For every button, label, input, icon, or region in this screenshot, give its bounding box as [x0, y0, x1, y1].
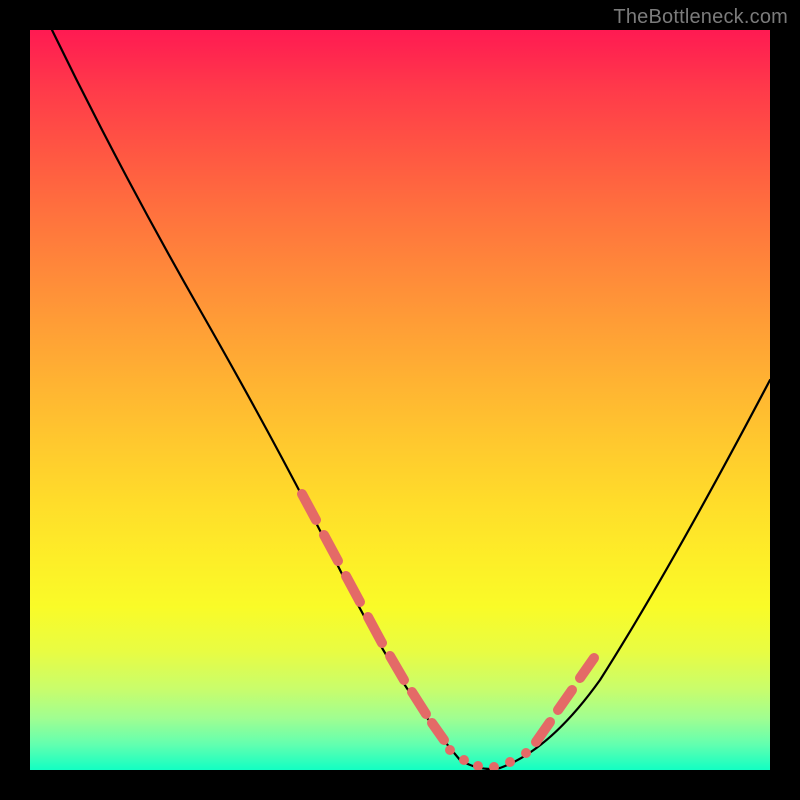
- chart-frame: TheBottleneck.com: [0, 0, 800, 800]
- left-salmon-overlay: [302, 494, 444, 740]
- attribution-label: TheBottleneck.com: [613, 6, 788, 29]
- curve-layer: [30, 30, 770, 770]
- main-curve: [52, 30, 770, 769]
- plot-area: [30, 30, 770, 770]
